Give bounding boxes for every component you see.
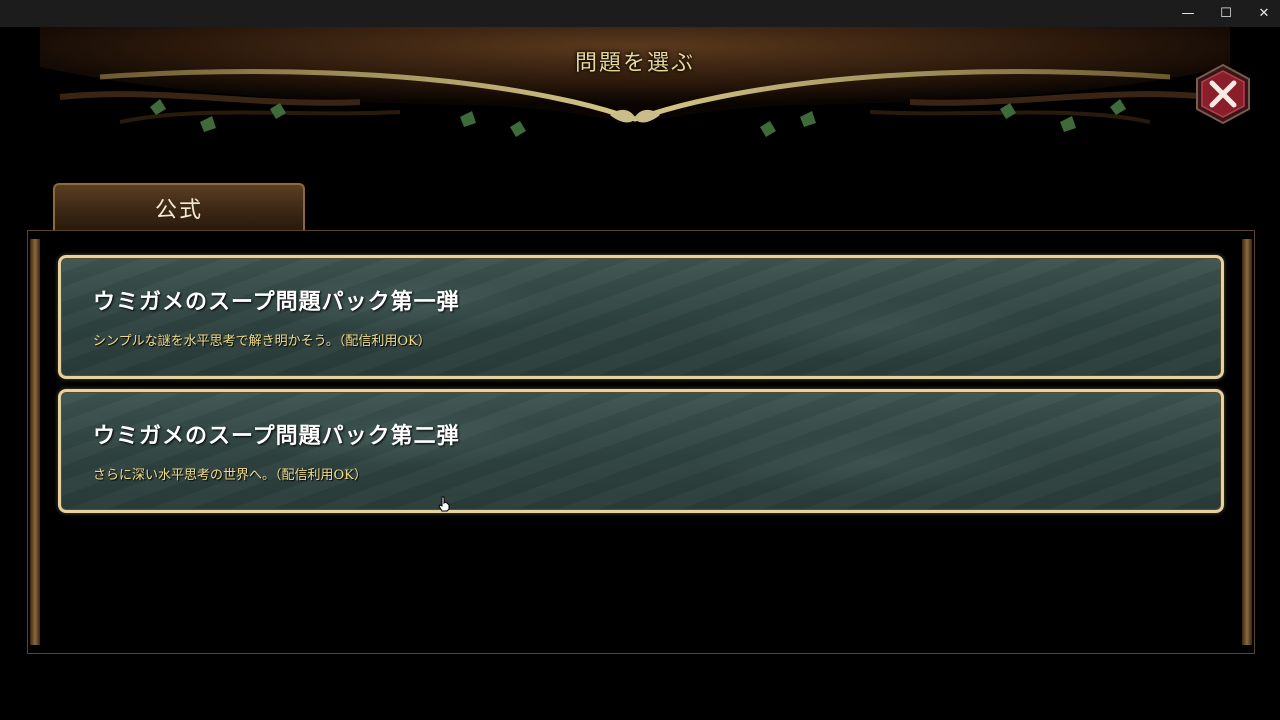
minimize-button[interactable]: — [1168,0,1208,27]
header-ornament: 問題を選ぶ [40,27,1230,157]
window-close-button[interactable]: ✕ [1244,0,1280,27]
close-x-icon [1196,63,1250,125]
tab-official[interactable]: 公式 [53,183,305,230]
game-window: — ☐ ✕ 問題を選ぶ 公式 ウミガメのスープ問題パック第一弾 シンプルな謎を水… [0,0,1280,720]
hand-cursor-icon [438,496,450,512]
pack-description: シンプルな謎を水平思考で解き明かそう。（配信利用OK） [93,334,431,349]
pack-title: ウミガメのスープ問題パック第一弾 [93,289,460,315]
pack-description: さらに深い水平思考の世界へ。（配信利用OK） [93,468,367,483]
close-button[interactable] [1192,63,1254,125]
window-titlebar: — ☐ ✕ [0,0,1280,27]
pack-title: ウミガメのスープ問題パック第二弾 [93,423,460,449]
pack-button[interactable]: ウミガメのスープ問題パック第一弾 シンプルな謎を水平思考で解き明かそう。（配信利… [58,255,1224,379]
pack-button[interactable]: ウミガメのスープ問題パック第二弾 さらに深い水平思考の世界へ。（配信利用OK） [58,389,1224,513]
page-title: 問題を選ぶ [574,51,695,76]
maximize-button[interactable]: ☐ [1206,0,1246,27]
panel-frame-right [1242,239,1252,645]
panel-frame-left [30,239,40,645]
